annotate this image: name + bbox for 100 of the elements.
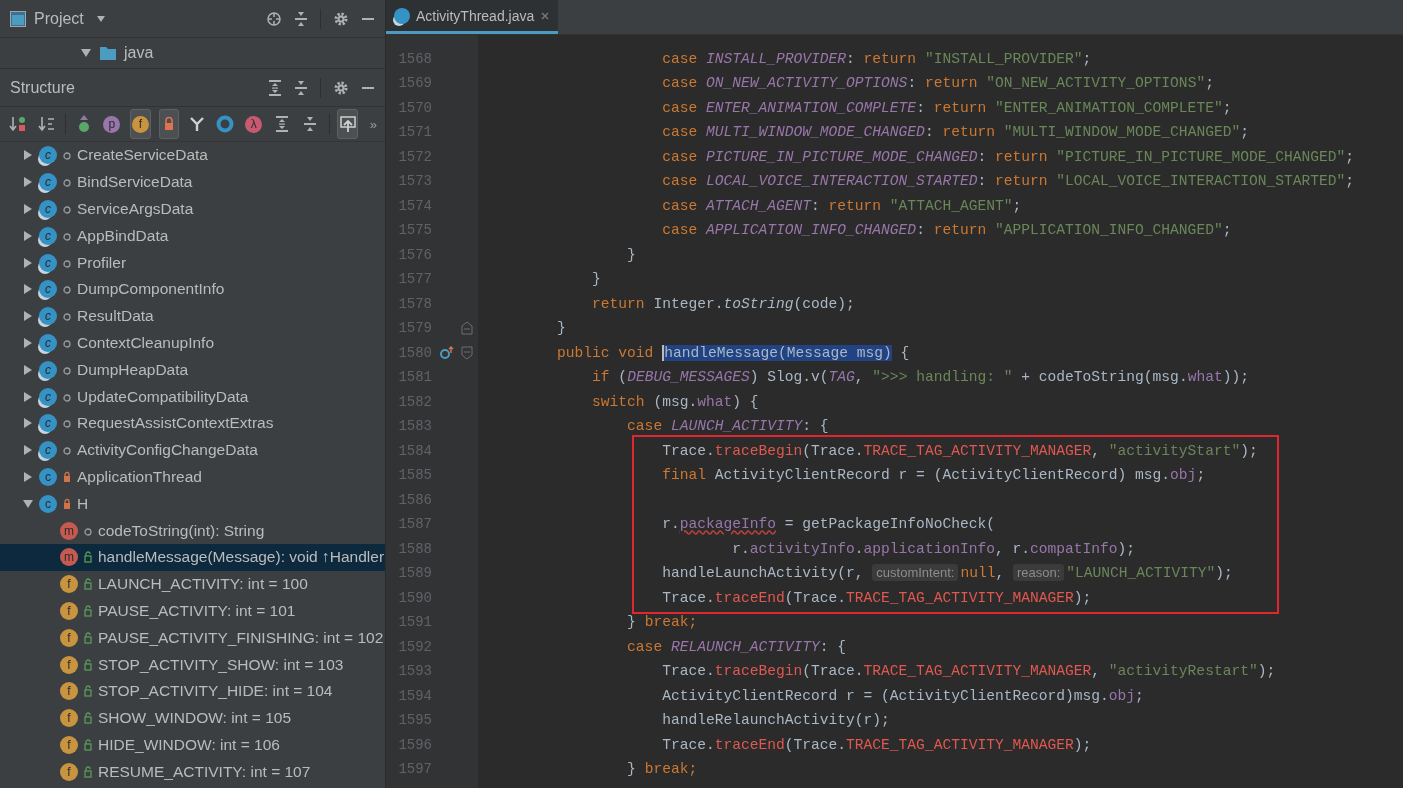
panel-title[interactable]: Project — [34, 9, 84, 28]
expand-arrow-icon[interactable] — [22, 176, 34, 189]
tree-item[interactable]: c AppBindData — [0, 222, 385, 250]
class-icon: c — [39, 307, 57, 326]
code-line: } — [556, 320, 566, 337]
code-line: case LOCAL_VOICE_INTERACTION_STARTED: return "LOCAL_VOICE_INTERACTION_STARTED"; — [661, 173, 1355, 190]
expand-arrow-icon[interactable] — [22, 229, 34, 242]
expand-arrow-icon[interactable] — [22, 390, 34, 403]
override-icon[interactable] — [440, 345, 454, 360]
code-line: case RELAUNCH_ACTIVITY: { — [626, 638, 847, 655]
expand-arrow-icon[interactable] — [22, 363, 34, 376]
toggle-button[interactable]: λ — [243, 109, 264, 139]
tree-item[interactable]: f PAUSE_ACTIVITY: int = 101 — [0, 597, 385, 625]
expand-arrow-icon[interactable] — [22, 149, 34, 162]
window-icon — [10, 10, 26, 27]
locate-icon[interactable] — [266, 10, 282, 27]
code-line: public void handleMessage(Message msg) { — [556, 344, 910, 361]
toggle-button[interactable]: f — [130, 109, 151, 139]
folder-label[interactable]: java — [124, 44, 154, 62]
code-line: case PICTURE_IN_PICTURE_MODE_CHANGED: return "PICTURE_IN_PICTURE_MODE_CHANGED"; — [661, 148, 1355, 165]
filter-icon[interactable] — [190, 116, 205, 132]
code-line: case INSTALL_PROVIDER: return "INSTALL_PROVIDER"; — [661, 50, 1092, 67]
field-icon: f — [60, 735, 78, 754]
inherited-icon[interactable] — [76, 114, 91, 134]
method-icon: m — [60, 521, 78, 540]
tree-item[interactable]: c ContextCleanupInfo — [0, 329, 385, 357]
tree-item[interactable]: f SHOW_WINDOW: int = 105 — [0, 704, 385, 732]
code-line: } — [626, 246, 636, 263]
more-button[interactable]: » — [369, 116, 377, 132]
expand-arrow-icon[interactable] — [22, 470, 34, 483]
code-line: r.packageInfo = getPackageInfoNoCheck( — [661, 516, 995, 533]
expand-arrow-icon[interactable] — [22, 497, 34, 510]
dropdown-caret-icon[interactable] — [95, 14, 106, 23]
code-line: final ActivityClientRecord r = (ActivityClientRecord) msg.obj; — [661, 467, 1206, 484]
lambda-icon[interactable]: λ — [245, 115, 263, 133]
tree-item[interactable]: c ActivityConfigChangeData — [0, 436, 385, 464]
tree-item[interactable]: f STOP_ACTIVITY_HIDE: int = 104 — [0, 677, 385, 705]
tree-item[interactable]: m codeToString(int): String — [0, 517, 385, 544]
method-icon: m — [60, 548, 78, 567]
autoscroll-icon[interactable] — [338, 115, 357, 133]
tree-item[interactable]: f LAUNCH_ACTIVITY: int = 100 — [0, 570, 385, 598]
settings-icon[interactable] — [333, 79, 349, 96]
sort-alpha-icon[interactable] — [37, 115, 56, 133]
class-icon: c — [39, 333, 57, 352]
expand-arrow-icon[interactable] — [22, 256, 34, 269]
tree-item[interactable]: c DumpHeapData — [0, 356, 385, 384]
expand-arrow-icon[interactable] — [80, 47, 92, 59]
collapse-all-icon[interactable] — [294, 10, 308, 27]
code-line: switch (msg.what) { — [591, 393, 759, 410]
collapse-all-icon[interactable] — [294, 79, 308, 96]
code-line: case ON_NEW_ACTIVITY_OPTIONS: return "ON_NEW_ACTIVITY_OPTIONS"; — [661, 75, 1214, 92]
tree-item[interactable]: f PAUSE_ACTIVITY_FINISHING: int = 102 — [0, 624, 385, 652]
tree-item[interactable]: f STOP_ACTIVITY_SHOW: int = 103 — [0, 651, 385, 678]
close-icon[interactable] — [540, 10, 551, 21]
tree-item[interactable]: c RequestAssistContextExtras — [0, 409, 385, 437]
field-icon[interactable]: f — [131, 115, 149, 133]
field-icon: f — [60, 655, 78, 674]
class-icon: c — [39, 226, 57, 245]
code-line: return Integer.toString(code); — [591, 295, 855, 312]
tree-item[interactable]: c ResultData — [0, 302, 385, 330]
field-icon: f — [60, 628, 78, 647]
field-icon: f — [60, 601, 78, 620]
code-line: case LAUNCH_ACTIVITY: { — [626, 418, 829, 435]
code-line: } break; — [626, 614, 698, 631]
sort-icon[interactable] — [9, 115, 28, 133]
expand-arrow-icon[interactable] — [22, 310, 34, 323]
expand-arrow-icon[interactable] — [22, 417, 34, 430]
tree-item[interactable]: c H — [0, 490, 385, 518]
tree-item[interactable]: c BindServiceData — [0, 168, 385, 196]
code-line: if (DEBUG_MESSAGES) Slog.v(TAG, ">>> handling: " + codeToString(msg.what)); — [591, 369, 1249, 386]
toggle-button[interactable] — [158, 109, 179, 139]
tree-item[interactable]: f RESUME_ACTIVITY: int = 107 — [0, 758, 385, 786]
tree-item[interactable]: c ServiceArgsData — [0, 195, 385, 223]
expand-all-icon[interactable] — [275, 116, 290, 132]
tree-item[interactable]: c CreateServiceData — [0, 142, 385, 169]
editor-tab[interactable]: ActivityThread.java — [386, 0, 559, 34]
expand-arrow-icon[interactable] — [22, 444, 34, 457]
collapse-all-icon[interactable] — [303, 116, 318, 132]
code-line: Trace.traceBegin(Trace.TRACE_TAG_ACTIVITY_MANAGER, "activityRestart"); — [661, 663, 1276, 680]
class-icon: c — [39, 441, 57, 460]
tree-item[interactable]: c UpdateCompatibilityData — [0, 383, 385, 410]
tree-item[interactable]: c DumpComponentInfo — [0, 276, 385, 303]
toggle-button[interactable] — [337, 109, 358, 139]
expand-arrow-icon[interactable] — [22, 336, 34, 349]
tree-item[interactable]: f HIDE_WINDOW: int = 106 — [0, 731, 385, 759]
code-line: handleRelaunchActivity(r); — [661, 712, 890, 729]
tree-item[interactable]: m handleMessage(Message): void ↑Handler — [0, 543, 385, 571]
toggle-button[interactable]: p — [101, 109, 123, 139]
settings-icon[interactable] — [333, 10, 349, 27]
tree-item[interactable]: c ApplicationThread — [0, 463, 385, 491]
field-icon: f — [60, 682, 78, 701]
anonymous-class-icon[interactable] — [216, 115, 235, 133]
code-line: Trace.traceEnd(Trace.TRACE_TAG_ACTIVITY_MANAGER); — [661, 589, 1092, 606]
expand-all-icon[interactable] — [268, 79, 282, 96]
class-icon: c — [39, 173, 57, 192]
expand-arrow-icon[interactable] — [22, 283, 34, 296]
property-icon[interactable]: p — [103, 115, 121, 133]
expand-arrow-icon[interactable] — [22, 203, 34, 215]
code-line: case APPLICATION_INFO_CHANGED: return "APPLICATION_INFO_CHANGED"; — [661, 222, 1232, 239]
tree-item[interactable]: c Profiler — [0, 249, 385, 276]
